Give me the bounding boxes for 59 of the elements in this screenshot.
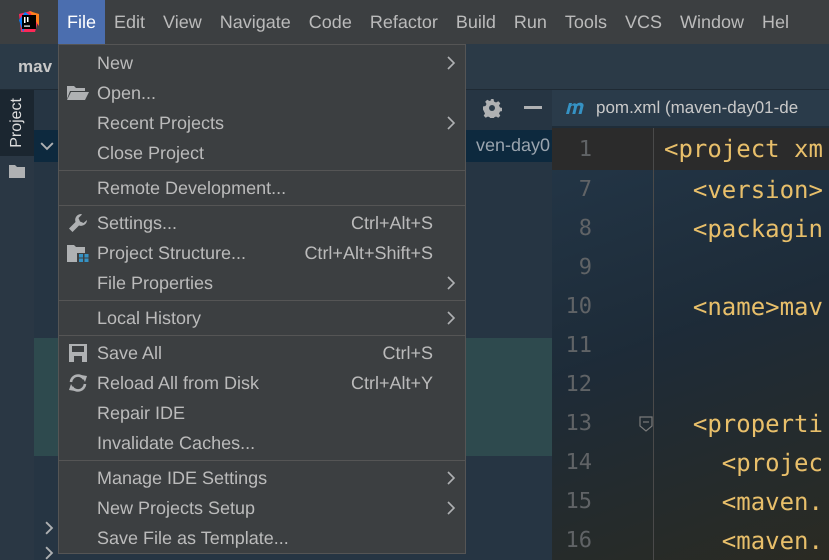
- line-number: 10: [564, 294, 592, 319]
- menu-item[interactable]: Close Project: [59, 138, 465, 168]
- menu-item[interactable]: Local History: [59, 303, 465, 333]
- line-number: 15: [564, 489, 592, 514]
- breadcrumb[interactable]: mav: [18, 56, 52, 76]
- folder-grid-icon: [67, 244, 89, 262]
- code-text: <project xm: [663, 135, 823, 163]
- menu-bar-item[interactable]: Code: [300, 0, 361, 44]
- menu-item[interactable]: Repair IDE: [59, 398, 465, 428]
- code-text: <name>mav: [692, 292, 823, 320]
- menu-item[interactable]: New Projects Setup: [59, 493, 465, 523]
- project-tool-tab[interactable]: Project: [0, 90, 34, 156]
- line-number: 14: [564, 450, 592, 475]
- line-number: 12: [564, 372, 592, 397]
- menu-bar-item[interactable]: Navigate: [210, 0, 300, 44]
- menu-item[interactable]: Open...: [59, 78, 465, 108]
- wrench-icon: [68, 213, 88, 233]
- editor-tab[interactable]: pom.xml (maven-day01-de: [552, 90, 829, 128]
- code-text: <projec: [720, 448, 823, 476]
- menu-item[interactable]: Project Structure... Ctrl+Alt+Shift+S: [59, 238, 465, 268]
- settings-icon[interactable]: [482, 98, 502, 118]
- menu-item[interactable]: New: [59, 48, 465, 78]
- menu-item[interactable]: Reload All from Disk Ctrl+Alt+Y: [59, 368, 465, 398]
- line-number: 8: [578, 216, 592, 241]
- reload-icon: [68, 373, 88, 393]
- menu-item[interactable]: Invalidate Caches...: [59, 428, 465, 458]
- menu-bar-item[interactable]: Build: [446, 0, 505, 44]
- menu-item[interactable]: Settings... Ctrl+Alt+S: [59, 208, 465, 238]
- code-text: <properti: [692, 410, 823, 438]
- code-text: <maven.: [720, 526, 823, 554]
- menu-bar-item[interactable]: Hel: [753, 0, 798, 44]
- minimize-icon[interactable]: [524, 106, 542, 110]
- menu-bar-item[interactable]: VCS: [616, 0, 671, 44]
- menu-item[interactable]: File Properties: [59, 268, 465, 298]
- menu-bar-item[interactable]: Window: [670, 0, 753, 44]
- menu-bar-item[interactable]: File: [58, 0, 106, 44]
- line-number: 13: [564, 411, 592, 436]
- menu-item[interactable]: Save File as Template...: [59, 523, 465, 553]
- line-number: 1: [578, 136, 592, 162]
- menu-bar-item[interactable]: Run: [504, 0, 556, 44]
- menu-item[interactable]: Recent Projects: [59, 108, 465, 138]
- line-number: 16: [564, 528, 592, 553]
- menu-bar-item[interactable]: View: [154, 0, 211, 44]
- line-number: 9: [578, 255, 592, 280]
- menu-item[interactable]: Remote Development...: [59, 173, 465, 203]
- line-number: 11: [564, 333, 592, 358]
- app-logo-icon[interactable]: [17, 10, 41, 34]
- open-folder-icon: [67, 85, 89, 101]
- menu-bar-item[interactable]: Tools: [556, 0, 616, 44]
- line-number: 7: [578, 177, 592, 202]
- code-text: <packagin: [692, 214, 823, 242]
- folder-icon[interactable]: [9, 164, 25, 178]
- code-text: <maven.: [720, 488, 823, 516]
- menu-item[interactable]: Save All Ctrl+S: [59, 338, 465, 368]
- menu-bar-item[interactable]: Edit: [105, 0, 154, 44]
- menu-item[interactable]: Manage IDE Settings: [59, 463, 465, 493]
- code-text: <version>: [692, 176, 823, 204]
- fold-marker-icon[interactable]: [639, 416, 653, 432]
- menu-bar-item[interactable]: Refactor: [360, 0, 447, 44]
